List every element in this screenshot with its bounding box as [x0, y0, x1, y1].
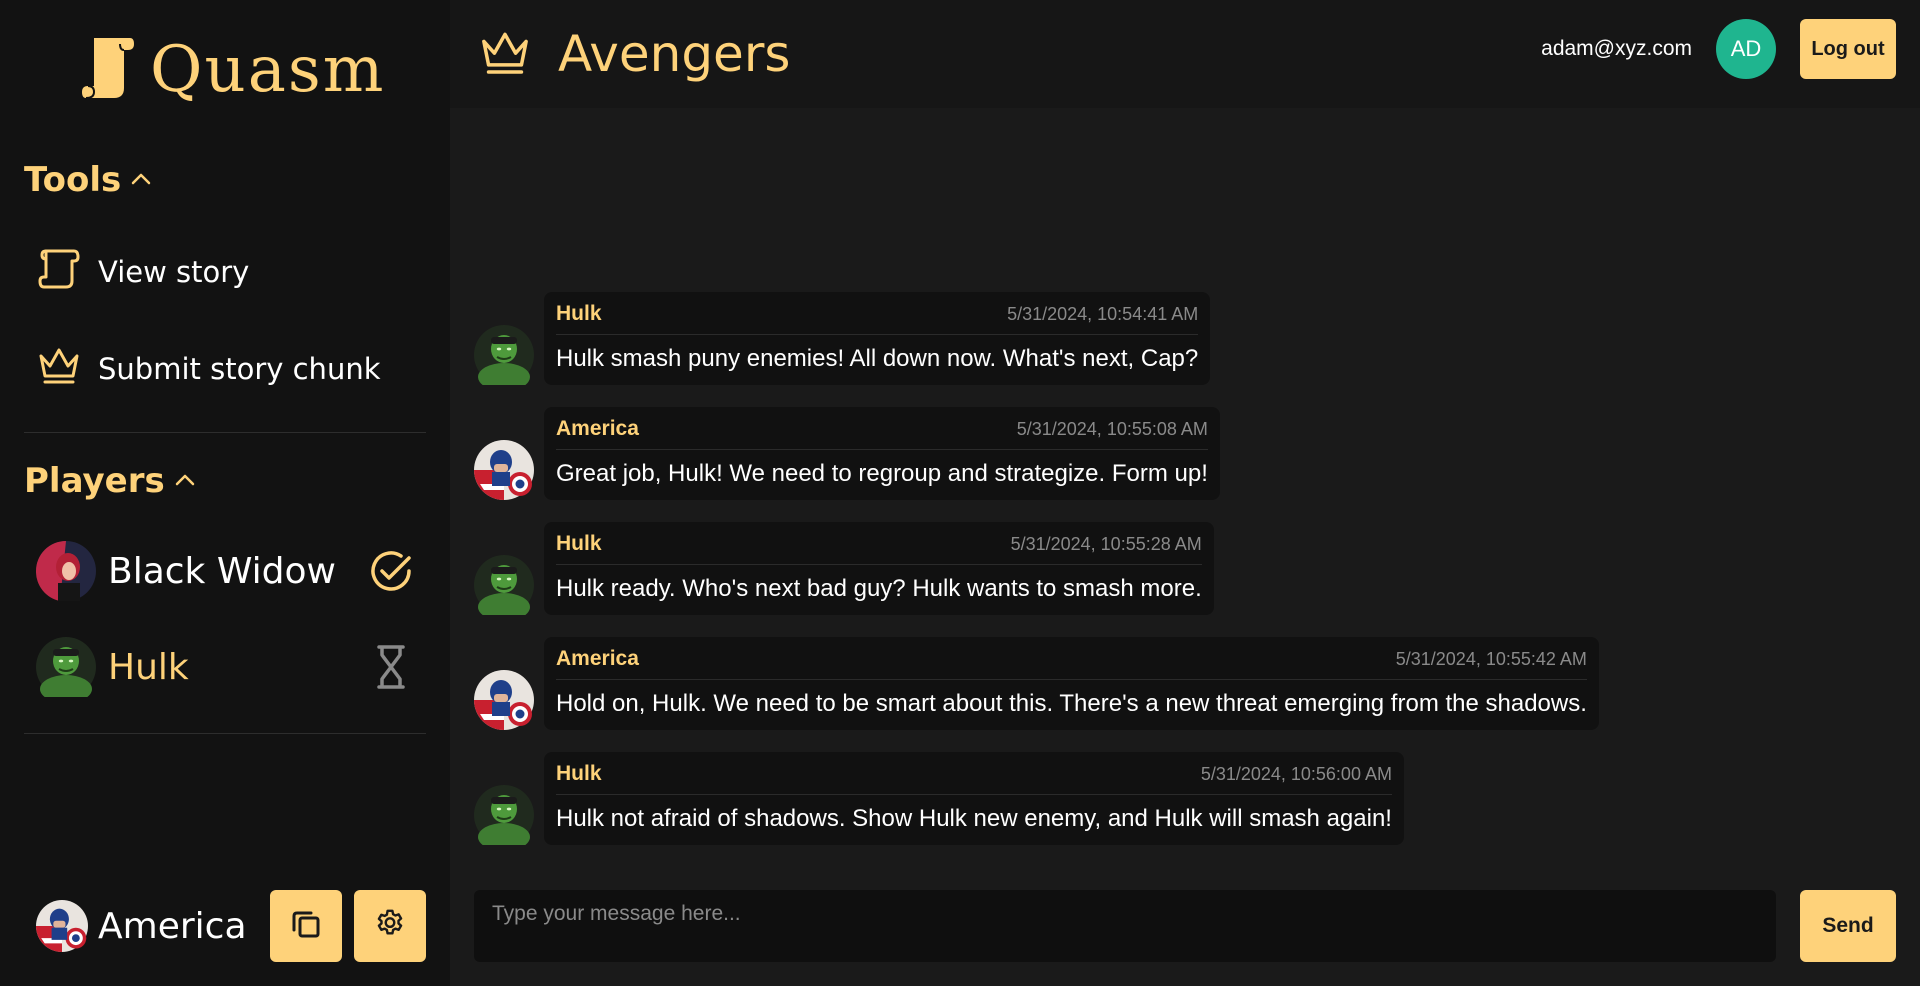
- message-timestamp: 5/31/2024, 10:55:08 AM: [1016, 419, 1208, 439]
- players-title: Players: [24, 461, 165, 501]
- scroll-icon: [36, 245, 82, 298]
- message-timestamp: 5/31/2024, 10:55:28 AM: [1010, 534, 1202, 554]
- room-title: Avengers: [558, 25, 791, 83]
- user-avatar[interactable]: AD: [1716, 19, 1776, 79]
- player-name: Black Widow: [108, 550, 336, 592]
- avatar: [474, 440, 534, 500]
- crown-icon: [36, 342, 82, 395]
- message-bubble: Hulk 5/31/2024, 10:56:00 AM Hulk not afr…: [544, 752, 1404, 845]
- app-logo[interactable]: Quasm: [80, 30, 385, 110]
- user-controls: adam@xyz.com AD Log out: [1541, 19, 1896, 79]
- message: Hulk 5/31/2024, 10:54:41 AM Hulk smash p…: [474, 292, 1211, 385]
- message-input[interactable]: [492, 902, 1758, 950]
- message-timestamp: 5/31/2024, 10:54:41 AM: [1007, 304, 1199, 324]
- scroll-logo-icon: [80, 34, 136, 107]
- message-composer: [474, 890, 1776, 962]
- avatar: [474, 785, 534, 845]
- avatar: [36, 900, 88, 952]
- message: Hulk 5/31/2024, 10:56:00 AM Hulk not afr…: [474, 752, 1404, 845]
- avatar: [474, 555, 534, 615]
- message-author: Hulk: [556, 532, 602, 555]
- tools-title: Tools: [24, 160, 122, 200]
- message-author: America: [556, 647, 639, 670]
- logout-button[interactable]: Log out: [1800, 19, 1896, 79]
- message-text: Hold on, Hulk. We need to be smart about…: [556, 690, 1587, 717]
- gear-icon: [373, 907, 407, 946]
- message-text: Hulk ready. Who's next bad guy? Hulk wan…: [556, 575, 1202, 602]
- message-timestamp: 5/31/2024, 10:56:00 AM: [1200, 764, 1392, 784]
- chevron-up-icon: [173, 461, 197, 501]
- sidebar-divider: [24, 432, 426, 433]
- message-text: Hulk not afraid of shadows. Show Hulk ne…: [556, 805, 1392, 832]
- check-circle-icon: [366, 546, 416, 596]
- header: Avengers adam@xyz.com AD Log out: [450, 0, 1920, 108]
- avatar: [36, 541, 96, 601]
- user-email: adam@xyz.com: [1541, 37, 1692, 60]
- message-author: Hulk: [556, 302, 602, 325]
- players-section-toggle[interactable]: Players: [24, 461, 197, 501]
- chevron-up-icon: [129, 160, 153, 200]
- message-text: Hulk smash puny enemies! All down now. W…: [556, 345, 1199, 372]
- message-author: America: [556, 417, 639, 440]
- settings-button[interactable]: [354, 890, 426, 962]
- message-author: Hulk: [556, 762, 602, 785]
- player-hulk[interactable]: Hulk: [36, 634, 416, 700]
- copy-icon: [289, 907, 323, 946]
- sidebar: Quasm Tools View story Submit story chun…: [0, 0, 450, 986]
- send-button[interactable]: Send: [1800, 890, 1896, 962]
- chat-area: Avengers adam@xyz.com AD Log out Hulk 5/…: [450, 0, 1920, 986]
- copy-button[interactable]: [270, 890, 342, 962]
- avatar: [474, 670, 534, 730]
- message-text: Great job, Hulk! We need to regroup and …: [556, 460, 1208, 487]
- message-bubble: Hulk 5/31/2024, 10:54:41 AM Hulk smash p…: [544, 292, 1211, 385]
- message: America 5/31/2024, 10:55:08 AM Great job…: [474, 407, 1220, 500]
- tool-label: Submit story chunk: [98, 351, 381, 386]
- player-name: Hulk: [108, 646, 189, 688]
- avatar: [474, 325, 534, 385]
- tools-section-toggle[interactable]: Tools: [24, 160, 153, 200]
- crown-icon: [476, 25, 534, 84]
- tool-submit-story-chunk[interactable]: Submit story chunk: [36, 342, 381, 395]
- tool-view-story[interactable]: View story: [36, 245, 249, 298]
- sidebar-divider: [24, 733, 426, 734]
- app-name: Quasm: [150, 33, 386, 107]
- hourglass-icon: [366, 642, 416, 692]
- message-bubble: America 5/31/2024, 10:55:08 AM Great job…: [544, 407, 1220, 500]
- app-root: Quasm Tools View story Submit story chun…: [0, 0, 1920, 986]
- message-timestamp: 5/31/2024, 10:55:42 AM: [1395, 649, 1587, 669]
- avatar: [36, 637, 96, 697]
- player-black-widow[interactable]: Black Widow: [36, 538, 416, 604]
- message-bubble: America 5/31/2024, 10:55:42 AM Hold on, …: [544, 637, 1599, 730]
- current-user-name: America: [98, 905, 247, 947]
- message-bubble: Hulk 5/31/2024, 10:55:28 AM Hulk ready. …: [544, 522, 1214, 615]
- current-user-bar: America: [36, 890, 426, 962]
- message: Hulk 5/31/2024, 10:55:28 AM Hulk ready. …: [474, 522, 1214, 615]
- message: America 5/31/2024, 10:55:42 AM Hold on, …: [474, 637, 1599, 730]
- tool-label: View story: [98, 254, 250, 289]
